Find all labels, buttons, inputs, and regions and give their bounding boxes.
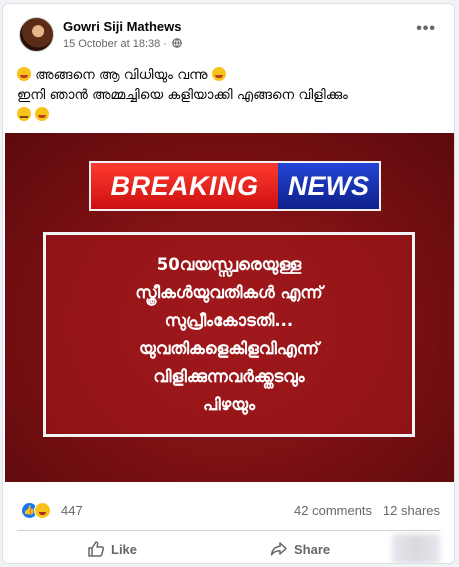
facebook-post: Gowri Siji Mathews 15 October at 18:38 ·… (2, 3, 455, 564)
laughing-emoji-icon (17, 67, 31, 81)
reaction-icons[interactable]: 👍 (21, 502, 51, 519)
post-image[interactable]: BREAKING NEWS 50വയസ്സ്വരെയുള്ള സ്ത്രീകൾയ… (5, 133, 454, 482)
haha-reaction-icon (34, 502, 51, 519)
comments-count[interactable]: 42 comments (294, 503, 372, 518)
news-line: സുപ്രീംകോടതി... (164, 310, 294, 330)
breaking-label: BREAKING (89, 161, 278, 211)
laughing-emoji-icon (211, 67, 226, 81)
shares-count[interactable]: 12 shares (383, 503, 440, 518)
like-button[interactable]: Like (87, 536, 137, 562)
post-actions: Like Share (17, 534, 440, 563)
share-arrow-icon (270, 542, 287, 556)
caption-line: അങ്ങനെ ആ വിധിയും വന്നു (17, 65, 440, 85)
post-meta: 15 October at 18:38 · (63, 38, 182, 50)
caption-emoji-line (17, 105, 440, 125)
news-line: 50വയസ്സ്വരെയുള്ള (156, 254, 302, 274)
news-line: സ്ത്രീകൾയുവതികൾ എന്ന് (135, 282, 323, 302)
breaking-news-banner: BREAKING NEWS (89, 161, 381, 211)
news-text-box: 50വയസ്സ്വരെയുള്ള സ്ത്രീകൾയുവതികൾ എന്ന് സ… (43, 232, 415, 437)
pensive-emoji-icon (17, 107, 31, 121)
post-stats: 👍 447 42 comments 12 shares (17, 501, 440, 521)
divider (17, 530, 440, 531)
caption-line: ഇനി ഞാൻ അമ്മച്ചിയെ കളിയാക്കി എങ്ങനെ വിളി… (17, 87, 348, 103)
news-label: NEWS (278, 161, 381, 211)
news-line: വിളിക്കുന്നവർക്ക്തടവും (153, 366, 305, 386)
share-button[interactable]: Share (270, 536, 330, 562)
author-name[interactable]: Gowri Siji Mathews (63, 19, 181, 34)
globe-icon (172, 38, 182, 48)
timestamp[interactable]: 15 October at 18:38 · (63, 38, 167, 50)
thumbs-up-icon (88, 541, 105, 557)
post-caption: അങ്ങനെ ആ വിധിയും വന്നു ഇനി ഞാൻ അമ്മച്ചിയ… (17, 65, 440, 125)
news-line: യുവതികളെകിളവിഎന്ന് (139, 338, 319, 358)
comments-shares: 42 comments 12 shares (294, 503, 440, 518)
reaction-count[interactable]: 447 (61, 503, 83, 518)
laughing-emoji-icon (35, 107, 50, 121)
blurred-region (392, 534, 440, 563)
news-line: പിഴയും (202, 394, 256, 414)
post-header: Gowri Siji Mathews 15 October at 18:38 ·… (17, 17, 442, 57)
avatar[interactable] (19, 17, 54, 52)
more-options-icon[interactable]: ••• (416, 21, 436, 37)
